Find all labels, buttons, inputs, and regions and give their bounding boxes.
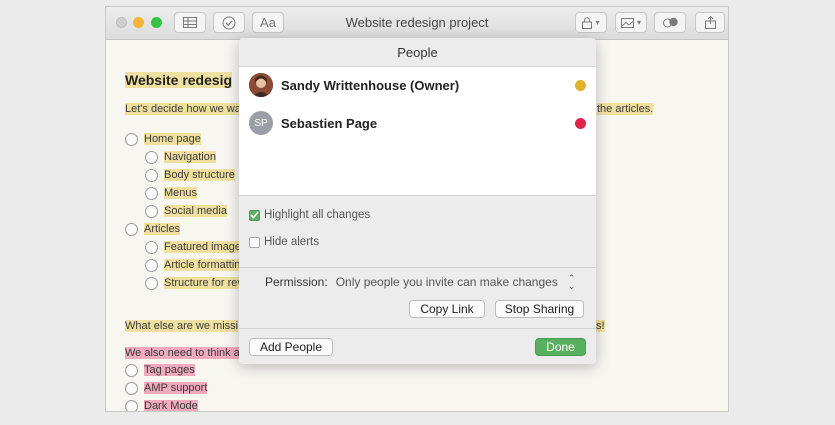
checklist-circle[interactable] xyxy=(125,364,138,377)
people-list: Sandy Writtenhouse (Owner) SP Sebastien … xyxy=(239,66,596,196)
people-popover: People Sandy Writtenhouse (Owner) SP Seb… xyxy=(239,38,596,364)
checklist-circle[interactable] xyxy=(145,277,158,290)
divider xyxy=(239,267,596,268)
checklist-item: Social media xyxy=(164,205,227,217)
checklist-circle[interactable] xyxy=(125,400,138,411)
permission-select[interactable]: Only people you invite can make changes … xyxy=(335,273,576,291)
checklist-item: Navigation xyxy=(164,151,216,163)
highlight-changes-checkbox[interactable] xyxy=(249,209,260,221)
share-icon xyxy=(704,16,716,29)
copy-link-button[interactable]: Copy Link xyxy=(409,300,485,318)
highlight-changes-option[interactable]: Highlight all changes xyxy=(249,209,370,221)
chevron-down-icon: ▾ xyxy=(595,18,600,27)
person-row[interactable]: Sandy Writtenhouse (Owner) xyxy=(239,67,596,103)
people-icon xyxy=(662,17,678,28)
checklist-item: Home page xyxy=(144,133,201,145)
checklist-item: Articles xyxy=(144,223,181,235)
checklist-item: Structure for rev xyxy=(164,277,243,289)
avatar xyxy=(249,73,273,97)
checklist-circle[interactable] xyxy=(145,151,158,164)
checklist-item: Featured image xyxy=(164,241,242,253)
person-name: Sandy Writtenhouse (Owner) xyxy=(281,78,460,93)
checklist-item: Tag pages xyxy=(144,364,195,376)
person-row[interactable]: SP Sebastien Page xyxy=(239,105,596,141)
checkmark-icon xyxy=(250,211,259,219)
checklist-circle[interactable] xyxy=(145,259,158,272)
checklist-circle[interactable] xyxy=(145,187,158,200)
chevron-down-icon: ▾ xyxy=(636,18,641,27)
checklist-circle[interactable] xyxy=(125,382,138,395)
avatar-initials: SP xyxy=(254,117,268,129)
checklist-circle[interactable] xyxy=(125,133,138,146)
person-color-dot xyxy=(575,118,586,129)
checklist-circle[interactable] xyxy=(125,223,138,236)
permission-row: Permission: Only people you invite can m… xyxy=(265,273,576,291)
person-color-dot xyxy=(575,80,586,91)
avatar: SP xyxy=(249,111,273,135)
note-also: We also need to think a xyxy=(125,347,240,359)
person-photo-icon xyxy=(249,73,273,97)
hide-alerts-label: Hide alerts xyxy=(264,236,319,248)
checklist-circle[interactable] xyxy=(145,169,158,182)
checklist-circle[interactable] xyxy=(145,205,158,218)
titlebar: Aa Website redesign project ▾ ▾ xyxy=(106,7,728,40)
hide-alerts-option[interactable]: Hide alerts xyxy=(249,236,319,248)
photo-icon xyxy=(620,17,634,28)
person-name: Sebastien Page xyxy=(281,116,378,131)
checklist-item: Article formattin xyxy=(164,259,241,271)
done-button[interactable]: Done xyxy=(535,338,586,356)
lock-icon xyxy=(582,16,593,29)
checklist-item: Body structure xyxy=(164,169,235,181)
attachment-button[interactable]: ▾ xyxy=(615,12,647,33)
popover-title: People xyxy=(397,45,438,60)
note-intro-end: the articles. xyxy=(597,103,654,115)
checklist-item: AMP support xyxy=(144,382,208,394)
checklist-item: Menus xyxy=(164,187,198,199)
lock-button[interactable]: ▾ xyxy=(575,12,607,33)
checklist-item: Dark Mode xyxy=(144,400,198,412)
highlight-changes-label: Highlight all changes xyxy=(264,209,371,221)
permission-value: Only people you invite can make changes xyxy=(335,275,558,289)
divider xyxy=(239,328,596,329)
share-button[interactable] xyxy=(695,12,725,33)
checklist-circle[interactable] xyxy=(145,241,158,254)
stop-sharing-button[interactable]: Stop Sharing xyxy=(495,300,584,318)
note-question-end: s! xyxy=(596,320,605,332)
collaborate-button[interactable] xyxy=(654,12,686,33)
hide-alerts-checkbox[interactable] xyxy=(249,236,260,248)
note-question: What else are we missi xyxy=(125,320,239,332)
note-heading: Website redesig xyxy=(125,72,233,88)
up-down-chevron-icon: ⌃ ⌄ xyxy=(567,273,576,291)
add-people-button[interactable]: Add People xyxy=(249,338,333,356)
permission-label: Permission: xyxy=(265,275,328,289)
note-intro: Let's decide how we wa xyxy=(125,103,241,115)
